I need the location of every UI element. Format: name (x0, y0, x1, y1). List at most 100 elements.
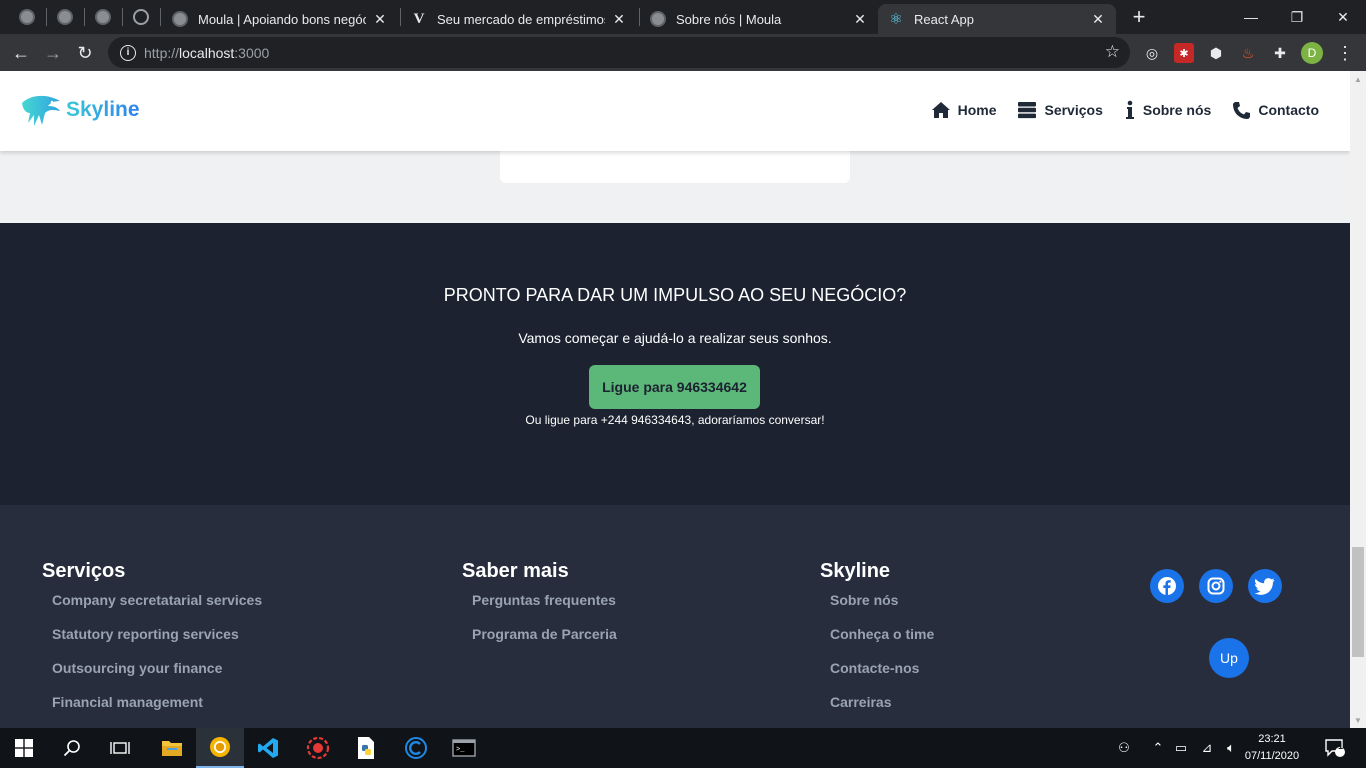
footer-link[interactable]: Outsourcing your finance (52, 658, 262, 692)
call-button[interactable]: Ligue para 946334642 (589, 365, 760, 409)
pinned-tab-2[interactable] (46, 4, 84, 30)
cta-section: PRONTO PARA DAR UM IMPULSO AO SEU NEGÓCI… (0, 223, 1350, 505)
reload-button[interactable]: ↻ (72, 40, 98, 66)
footer-link[interactable]: Statutory reporting services (52, 624, 262, 658)
close-tab-icon[interactable]: ✕ (852, 11, 868, 28)
globe-icon (19, 9, 35, 25)
nav-servicos[interactable]: Serviços (1017, 101, 1103, 119)
pinned-tab-1[interactable] (8, 4, 46, 30)
new-tab-button[interactable]: + (1128, 6, 1150, 28)
network-disconnected-icon[interactable]: ⊿ (1196, 728, 1218, 768)
phone-icon (1233, 101, 1251, 119)
back-button[interactable]: ← (8, 40, 34, 66)
file-explorer-button[interactable] (148, 728, 196, 768)
pinned-tab-3[interactable] (84, 4, 122, 30)
site-header: Skyline Home Serviços Sobre nós Contacto (0, 71, 1350, 151)
scroll-up-button[interactable]: Up (1209, 638, 1249, 678)
page-viewport: Skyline Home Serviços Sobre nós Contacto… (0, 71, 1350, 728)
close-tab-icon[interactable]: ✕ (372, 11, 388, 28)
nav-sobre-nos[interactable]: Sobre nós (1124, 100, 1211, 120)
terminal-icon: >_ (452, 739, 476, 757)
react-icon: ⚛ (889, 11, 903, 28)
browser-tab-moula[interactable]: Moula | Apoiando bons negócios ✕ (162, 4, 398, 34)
cta-title: PRONTO PARA DAR UM IMPULSO AO SEU NEGÓCI… (443, 285, 907, 305)
content-card (500, 151, 850, 183)
task-view-button[interactable] (96, 728, 144, 768)
close-tab-icon[interactable]: ✕ (1090, 11, 1106, 28)
footer-link[interactable]: Perguntas frequentes (472, 590, 617, 624)
action-center-button[interactable]: 1 (1318, 728, 1352, 768)
browser-toolbar: ← → ↻ i http://localhost:3000 ☆ ◎ ✱ ⬢ ♨ … (0, 34, 1366, 71)
extension-flame-icon[interactable]: ♨ (1238, 43, 1258, 63)
close-window-button[interactable]: ✕ (1320, 0, 1366, 34)
browser-tab-react-app[interactable]: ⚛ React App ✕ (878, 4, 1116, 34)
c-logo-icon (405, 737, 427, 759)
browser-tab-emprestimos[interactable]: V Seu mercado de empréstimos pa ✕ (401, 4, 637, 34)
instagram-button[interactable] (1199, 569, 1233, 603)
system-clock[interactable]: 23:21 07/11/2020 (1242, 731, 1302, 765)
svg-text:>_: >_ (456, 746, 465, 754)
windows-logo-icon (15, 739, 33, 757)
close-tab-icon[interactable]: ✕ (611, 11, 627, 28)
browser-tab-sobre-nos[interactable]: Sobre nós | Moula ✕ (640, 4, 878, 34)
facebook-button[interactable] (1150, 569, 1184, 603)
search-button[interactable] (48, 728, 96, 768)
twitter-button[interactable] (1248, 569, 1282, 603)
extensions-puzzle-icon[interactable]: ✚ (1270, 43, 1290, 63)
tab-title: Sobre nós | Moula (676, 11, 782, 27)
address-bar[interactable]: i http://localhost:3000 ☆ (108, 37, 1130, 68)
vscode-icon (258, 738, 278, 758)
extension-target-icon[interactable]: ◎ (1142, 43, 1162, 63)
footer-link[interactable]: Programa de Parceria (472, 624, 617, 658)
footer-link[interactable]: Company secretatarial services (52, 590, 262, 624)
footer-link[interactable]: Conheça o time (830, 624, 934, 658)
profile-avatar[interactable]: D (1301, 42, 1323, 64)
scrollbar-thumb[interactable] (1352, 547, 1364, 657)
footer-column-saber-mais: Saber mais Perguntas frequentes Programa… (462, 560, 617, 658)
battery-icon[interactable]: ▭ (1170, 728, 1192, 768)
python-taskbar-button[interactable] (342, 728, 390, 768)
extension-cube-icon[interactable]: ⬢ (1206, 43, 1226, 63)
info-icon (1125, 100, 1134, 119)
forward-button[interactable]: → (40, 40, 66, 66)
nav-contacto[interactable]: Contacto (1232, 101, 1319, 120)
instagram-icon (1207, 577, 1225, 595)
home-icon (931, 102, 950, 118)
footer-link[interactable]: Contacte-nos (830, 658, 934, 692)
people-icon[interactable]: ⚇ (1110, 728, 1138, 768)
footer-column-servicos: Serviços Company secretatarial services … (42, 560, 262, 726)
browser-menu-icon[interactable]: ⋮ (1335, 42, 1355, 64)
site-info-icon[interactable]: i (120, 44, 136, 61)
pinned-tab-4[interactable] (122, 4, 160, 30)
tab-title: Seu mercado de empréstimos pa (437, 11, 605, 27)
ccleaner-taskbar-button[interactable] (392, 728, 440, 768)
footer-heading: Serviços (42, 560, 126, 582)
folder-icon (162, 741, 182, 756)
footer-link[interactable]: Financial management (52, 692, 262, 726)
scroll-up-arrow-icon[interactable]: ▲ (1350, 71, 1366, 87)
globe-icon (95, 9, 111, 25)
show-hidden-icons-chevron-icon[interactable]: ⌃ (1148, 728, 1168, 768)
messenger-icon (133, 9, 149, 25)
minimize-button[interactable]: — (1228, 0, 1274, 34)
extension-bug-icon[interactable]: ✱ (1174, 43, 1194, 63)
task-view-icon (110, 742, 130, 754)
game-app-taskbar-button[interactable] (294, 728, 342, 768)
volume-icon[interactable]: 🔈︎ (1220, 728, 1242, 768)
bookmark-star-icon[interactable]: ☆ (1105, 42, 1120, 62)
start-button[interactable] (0, 728, 48, 768)
footer-link[interactable]: Sobre nós (830, 590, 934, 624)
tab-divider (160, 8, 161, 26)
page-scrollbar[interactable]: ▲ ▼ (1350, 71, 1366, 728)
chrome-taskbar-button[interactable] (196, 728, 244, 768)
main-nav: Home Serviços Sobre nós Contacto (910, 100, 1319, 120)
site-logo[interactable]: Skyline (20, 93, 140, 127)
vscode-taskbar-button[interactable] (244, 728, 292, 768)
clock-time: 23:21 (1258, 733, 1286, 745)
nav-home[interactable]: Home (931, 101, 996, 119)
footer-heading: Skyline (820, 560, 891, 582)
footer-link[interactable]: Carreiras (830, 692, 934, 726)
terminal-taskbar-button[interactable]: >_ (440, 728, 488, 768)
scroll-down-arrow-icon[interactable]: ▼ (1350, 712, 1366, 728)
restore-button[interactable]: ❐ (1274, 0, 1320, 34)
